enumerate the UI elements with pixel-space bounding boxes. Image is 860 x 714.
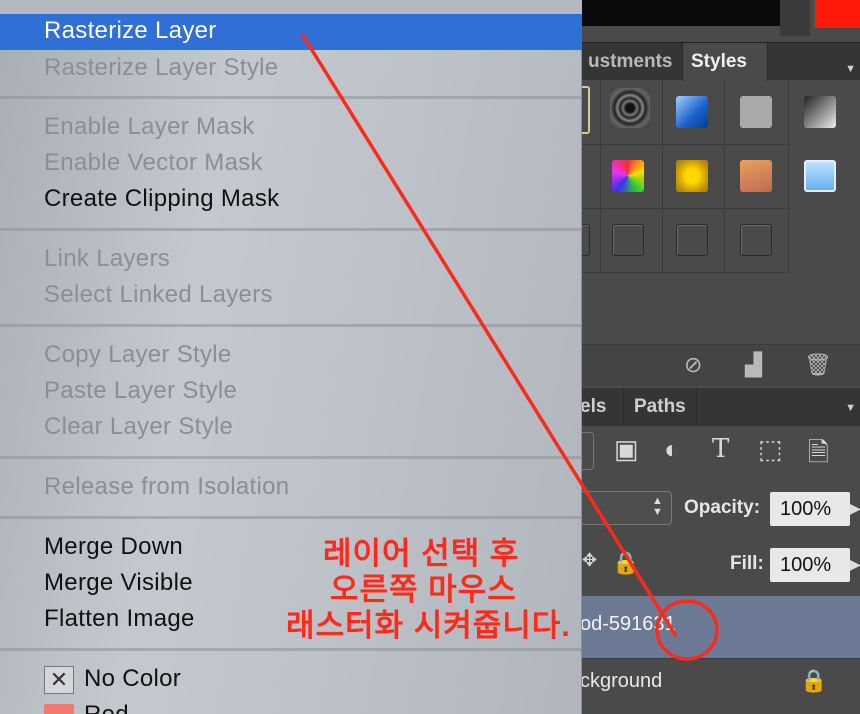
annotation-line-3: 래스터화 시켜줍니다.: [286, 608, 571, 643]
annotation-circle: [655, 599, 719, 661]
